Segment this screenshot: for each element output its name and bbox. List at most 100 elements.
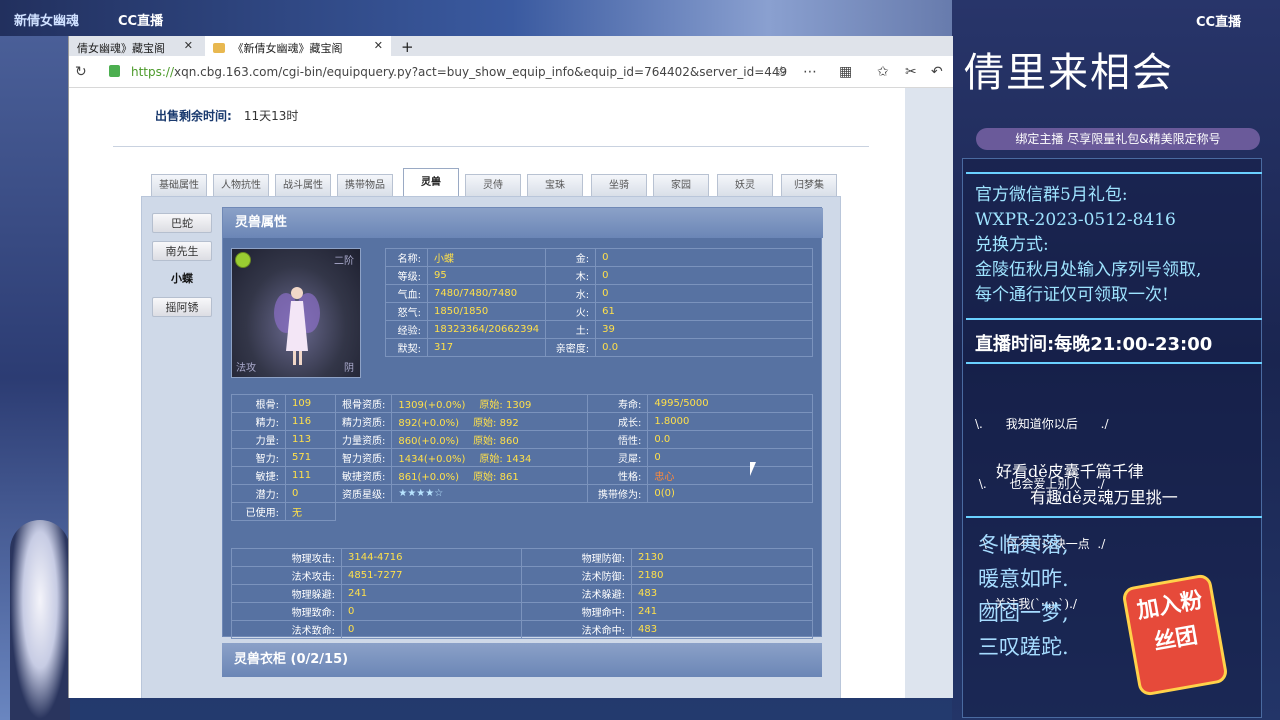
poem: 冬临寒落, 暖意如昨. 囫囵一梦, 三叹蹉跎. bbox=[978, 533, 1069, 659]
pet-button-xiaodie[interactable]: 小蝶 bbox=[152, 269, 212, 289]
mood-icon bbox=[235, 252, 251, 268]
cell-label: 亲密度: bbox=[545, 338, 597, 357]
table-row: 法术致命: 0 法术命中: 483 bbox=[231, 620, 813, 639]
cell-value: 61 bbox=[595, 302, 813, 321]
table-row: 气血: 7480/7480/7480 水: 0 bbox=[385, 284, 813, 303]
sell-time: 出售剩余时间: 11天13时 bbox=[155, 107, 298, 124]
tab-combat[interactable]: 战斗属性 bbox=[275, 174, 331, 196]
address-bar: ↻ https://xqn.cbg.163.com/cgi-bin/equipq… bbox=[69, 56, 953, 88]
tab-home[interactable]: 家园 bbox=[653, 174, 709, 196]
favicon-icon bbox=[213, 43, 225, 53]
tab-orb[interactable]: 宝珠 bbox=[527, 174, 583, 196]
table-row: 物理攻击: 3144-4716 物理防御: 2130 bbox=[231, 548, 813, 567]
bind-banner: 绑定主播 尽享限量礼包&精美限定称号 bbox=[976, 128, 1260, 150]
cell-value: 483 bbox=[631, 620, 813, 639]
cell-value: 483 bbox=[631, 584, 813, 603]
cell-label: 物理躲避: bbox=[231, 584, 342, 603]
tab-pets[interactable]: 灵兽 bbox=[403, 168, 459, 196]
cell-label: 怒气: bbox=[385, 302, 428, 321]
star-icon[interactable]: ☆ bbox=[775, 64, 788, 80]
sell-time-label: 出售剩余时间: bbox=[155, 109, 232, 123]
cell-label: 木: bbox=[545, 266, 597, 285]
cell-value: 113 bbox=[285, 430, 336, 449]
detail-tabs: 基础属性 人物抗性 战斗属性 携带物品 灵兽 灵侍 宝珠 坐骑 家园 妖灵 归梦… bbox=[151, 168, 841, 196]
mouse-cursor bbox=[750, 462, 762, 476]
cell-label: 智力资质: bbox=[334, 448, 393, 467]
table-row: 法术攻击: 4851-7277 法术防御: 2180 bbox=[231, 566, 813, 585]
original-value: 原始: 892 bbox=[473, 418, 519, 429]
tab-attendant[interactable]: 灵侍 bbox=[465, 174, 521, 196]
new-tab-button[interactable]: + bbox=[393, 34, 422, 56]
undo-icon[interactable]: ↶ bbox=[931, 64, 943, 80]
tab-inactive[interactable]: 倩女幽魂》藏宝阁 ✕ bbox=[69, 36, 201, 56]
cell-label: 根骨: bbox=[231, 394, 286, 413]
favorites-icon[interactable]: ✩ bbox=[877, 64, 889, 80]
scissors-icon[interactable]: ✂ bbox=[905, 64, 917, 80]
cell-value: 1.8000 bbox=[647, 412, 813, 431]
cell-value: 0 bbox=[341, 620, 522, 639]
more-icon[interactable]: ⋯ bbox=[803, 64, 817, 80]
cell-label: 气血: bbox=[385, 284, 428, 303]
cell-label: 精力: bbox=[231, 412, 286, 431]
original-value: 原始: 860 bbox=[473, 436, 519, 447]
pet-button-basnake[interactable]: 巴蛇 bbox=[152, 213, 212, 233]
table-row: 物理躲避: 241 法术躲避: 483 bbox=[231, 584, 813, 603]
cell-label: 成长: bbox=[587, 412, 649, 431]
pet-attributes-panel: 灵兽属性 二阶 法攻 阴 名称: 小蝶 金: 0 等级: 95 木: 0 气血:… bbox=[222, 207, 823, 639]
divider-3 bbox=[966, 362, 1262, 364]
pet-section-title: 灵兽属性 bbox=[223, 208, 823, 238]
url-field[interactable]: https://xqn.cbg.163.com/cgi-bin/equipque… bbox=[131, 65, 787, 79]
cell-value: 109 bbox=[285, 394, 336, 413]
cell-value: 小蝶 bbox=[426, 248, 547, 267]
cell-label: 等级: bbox=[385, 266, 428, 285]
streamer-avatar bbox=[10, 520, 70, 720]
pet-content: 巴蛇 南先生 小蝶 摇阿锈 灵兽属性 二阶 法攻 阴 名称: 小蝶 金: 0 等… bbox=[141, 196, 841, 698]
pet-button-nanxiansheng[interactable]: 南先生 bbox=[152, 241, 212, 261]
cell-value: 892(+0.0%) bbox=[398, 418, 460, 429]
tab-dream[interactable]: 归梦集 bbox=[781, 174, 837, 196]
page-gutter bbox=[905, 88, 953, 698]
close-icon[interactable]: ✕ bbox=[184, 39, 193, 52]
cell-value: 7480/7480/7480 bbox=[426, 284, 547, 303]
pet-wardrobe-header[interactable]: 灵兽衣柜 (0/2/15) bbox=[222, 643, 822, 677]
cell-label: 智力: bbox=[231, 448, 286, 467]
cell-value: 0 bbox=[285, 484, 336, 503]
cell-label: 潜力: bbox=[231, 484, 286, 503]
cell-label: 敏捷资质: bbox=[334, 466, 393, 485]
pet-button-yaoaxiu[interactable]: 摇阿锈 bbox=[152, 297, 212, 317]
tab-items[interactable]: 携带物品 bbox=[337, 174, 393, 196]
cell-label: 物理命中: bbox=[521, 602, 632, 621]
cc-logo: CC直播 bbox=[118, 14, 164, 29]
tab-basic[interactable]: 基础属性 bbox=[151, 174, 207, 196]
cell-value: 0.0 bbox=[595, 338, 813, 357]
cell-label: 物理致命: bbox=[231, 602, 342, 621]
lock-icon bbox=[109, 65, 120, 77]
tab-mount[interactable]: 坐骑 bbox=[591, 174, 647, 196]
tab-title: 倩女幽魂》藏宝阁 bbox=[77, 42, 165, 55]
cell-label: 法术致命: bbox=[231, 620, 342, 639]
grid-icon[interactable]: ▦ bbox=[839, 64, 852, 80]
tab-title: 《新倩女幽魂》藏宝阁 bbox=[232, 42, 343, 55]
cell-label: 性格: bbox=[587, 466, 649, 485]
join-fan-club-badge[interactable]: 加入粉丝团 bbox=[1121, 573, 1229, 697]
tab-resist[interactable]: 人物抗性 bbox=[213, 174, 269, 196]
basic-info-table: 名称: 小蝶 金: 0 等级: 95 木: 0 气血: 7480/7480/7480 水: 0 怒… bbox=[385, 248, 813, 357]
cell-value: 0 bbox=[595, 248, 813, 267]
cell-value: 无 bbox=[285, 502, 336, 521]
cell-value: 2180 bbox=[631, 566, 813, 585]
divider bbox=[113, 146, 869, 147]
cell-value: 861(+0.0%) bbox=[398, 472, 460, 483]
original-value: 原始: 1434 bbox=[479, 454, 532, 465]
cell-value: 0 bbox=[647, 448, 813, 467]
cell-value: 317 bbox=[426, 338, 547, 357]
scroll-area: 出售剩余时间: 11天13时 基础属性 人物抗性 战斗属性 携带物品 灵兽 灵侍 … bbox=[69, 88, 905, 698]
cell-value: 95 bbox=[426, 266, 547, 285]
original-value: 原始: 1309 bbox=[479, 400, 532, 411]
reload-icon[interactable]: ↻ bbox=[75, 64, 87, 80]
close-icon[interactable]: ✕ bbox=[374, 39, 383, 52]
tab-active[interactable]: 《新倩女幽魂》藏宝阁 ✕ bbox=[205, 36, 391, 56]
table-row: 经验: 18323364/20662394 土: 39 bbox=[385, 320, 813, 339]
tab-demon[interactable]: 妖灵 bbox=[717, 174, 773, 196]
cell-label: 力量资质: bbox=[334, 430, 393, 449]
table-row: 潜力: 0 资质星级: ★★★★☆ 携带修为: 0(0) bbox=[231, 484, 813, 503]
